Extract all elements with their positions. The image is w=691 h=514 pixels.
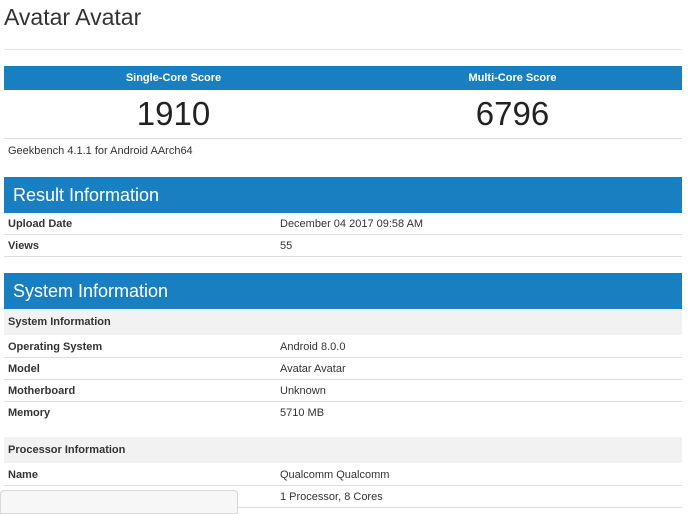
overlay-panel [0, 490, 238, 514]
system-row-memory: Memory 5710 MB [4, 402, 682, 424]
title-divider [4, 49, 682, 50]
row-value: Unknown [280, 385, 326, 397]
row-label: Operating System [8, 341, 103, 353]
benchmark-version: Geekbench 4.1.1 for Android AArch64 [8, 145, 193, 157]
system-row-operating-system: Operating System Android 8.0.0 [4, 336, 682, 358]
row-value: 55 [280, 240, 293, 252]
multi-core-score-label: Multi-Core Score [468, 72, 557, 84]
system-information-subheading: System Information [4, 309, 682, 335]
score-header: Single-Core Score Multi-Core Score [4, 66, 682, 90]
score-table: Single-Core Score Multi-Core Score 1910 … [4, 66, 682, 139]
row-value: Avatar Avatar [280, 363, 346, 375]
system-row-model: Model Avatar Avatar [4, 358, 682, 380]
row-label: Memory [8, 407, 51, 419]
row-label: Upload Date [8, 218, 73, 230]
score-values: 1910 6796 [4, 90, 682, 139]
row-label: Model [8, 363, 40, 375]
single-core-score-value: 1910 [136, 95, 211, 132]
page-title: Avatar Avatar [4, 4, 142, 30]
single-core-score-label: Single-Core Score [125, 72, 222, 84]
processor-information-subheading: Processor Information [4, 437, 682, 463]
row-value: 1 Processor, 8 Cores [280, 491, 383, 503]
row-value: Android 8.0.0 [280, 341, 346, 353]
result-row-views: Views 55 [4, 235, 682, 257]
row-label: Views [8, 240, 39, 252]
system-row-motherboard: Motherboard Unknown [4, 380, 682, 402]
result-information-header: Result Information [4, 177, 682, 213]
multi-core-score-value: 6796 [475, 95, 550, 132]
row-value: 5710 MB [280, 407, 325, 419]
row-label: Motherboard [8, 385, 76, 397]
system-information-header: System Information [4, 273, 682, 309]
row-label: Name [8, 469, 38, 481]
row-value: Qualcomm Qualcomm [280, 469, 390, 481]
row-value: December 04 2017 09:58 AM [280, 218, 424, 230]
processor-row-name: Name Qualcomm Qualcomm [4, 464, 682, 486]
result-row-upload-date: Upload Date December 04 2017 09:58 AM [4, 213, 682, 235]
